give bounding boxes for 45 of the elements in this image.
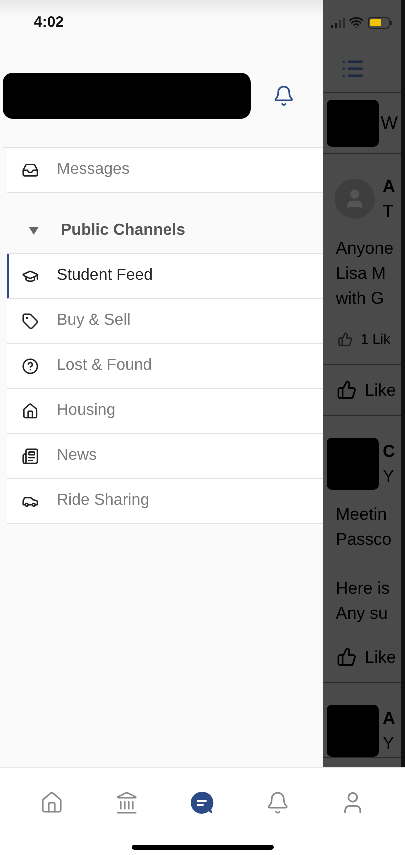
status-time: 4:02 — [34, 14, 64, 31]
bank-icon — [115, 791, 140, 816]
menu-item[interactable]: Lost & Found — [7, 344, 323, 389]
menu-item[interactable]: Messages — [7, 148, 323, 193]
inbox-icon — [22, 162, 39, 178]
thumbs-up-icon — [337, 380, 357, 400]
post-text: Meetin — [336, 504, 388, 526]
author-name: A — [383, 176, 396, 198]
menu-item[interactable]: Student Feed — [7, 254, 323, 299]
like-count: 1 Lik — [361, 330, 391, 349]
post-text: Anyone — [336, 238, 395, 260]
signal-icon — [331, 18, 345, 28]
post-subtitle: Y — [383, 466, 396, 488]
post-text: Passco — [336, 529, 393, 551]
like-button[interactable]: Like — [323, 632, 401, 682]
house-icon — [22, 402, 39, 420]
newspaper-icon — [22, 448, 39, 464]
avatar-placeholder — [335, 179, 375, 219]
author-name: A — [383, 708, 396, 730]
redaction-block — [327, 705, 379, 757]
redaction-block — [327, 438, 379, 490]
thumbs-up-icon — [338, 332, 353, 347]
menu-item[interactable]: News — [7, 434, 323, 479]
menu-item[interactable]: Housing — [7, 389, 323, 434]
like-button[interactable]: Like — [323, 365, 401, 415]
bell-icon — [266, 791, 290, 816]
redaction-block — [327, 100, 379, 146]
question-icon — [22, 358, 39, 374]
post-subtitle: Y — [383, 733, 396, 755]
menu-item[interactable]: Ride Sharing — [7, 479, 323, 524]
chat-icon — [189, 790, 216, 816]
post-subtitle: T — [383, 201, 394, 223]
menu-item[interactable]: Buy & Sell — [7, 299, 323, 344]
post-text: Here is — [336, 578, 391, 600]
house-icon — [40, 791, 64, 816]
wifi-icon — [349, 15, 364, 30]
feed-header-text: W — [381, 112, 398, 134]
post-text: with G — [336, 288, 386, 310]
author-name: C — [383, 441, 396, 463]
post-text: Any su — [336, 603, 389, 625]
battery-icon — [368, 16, 393, 28]
post-text: Lisa M — [336, 263, 388, 285]
bell-icon[interactable] — [273, 85, 295, 107]
tag-icon — [22, 312, 39, 330]
thumbs-up-icon — [337, 647, 357, 667]
